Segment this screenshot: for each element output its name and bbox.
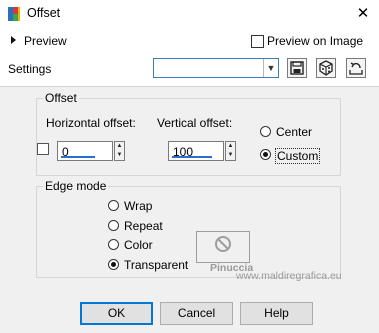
center-radio[interactable] <box>260 126 271 137</box>
no-color-icon <box>215 236 231 252</box>
wrap-radio-label[interactable]: Wrap <box>124 199 152 213</box>
vertical-offset-stepper[interactable]: ▲ ▼ <box>225 141 236 161</box>
preview-toggle-label[interactable]: Preview <box>24 34 67 48</box>
settings-dropdown[interactable]: ▼ <box>153 58 279 78</box>
edge-mode-group <box>36 186 341 278</box>
repeat-radio[interactable] <box>108 220 119 231</box>
reset-button[interactable] <box>346 58 366 78</box>
window-title: Offset <box>27 6 61 20</box>
ok-button[interactable]: OK <box>80 302 153 325</box>
spin-up-icon[interactable]: ▲ <box>226 142 235 151</box>
edge-mode-title: Edge mode <box>43 179 109 193</box>
preview-on-image-checkbox[interactable] <box>251 35 264 48</box>
center-radio-label[interactable]: Center <box>276 125 312 139</box>
expand-preview-icon[interactable] <box>10 35 18 45</box>
randomize-icon <box>319 60 333 76</box>
repeat-radio-label[interactable]: Repeat <box>124 219 163 233</box>
randomize-button[interactable] <box>316 58 336 78</box>
chevron-down-icon[interactable]: ▼ <box>263 59 278 77</box>
close-icon[interactable]: ✕ <box>351 3 375 25</box>
spin-down-icon[interactable]: ▼ <box>115 151 124 160</box>
palette-icon <box>8 7 20 21</box>
wrap-radio[interactable] <box>108 200 119 211</box>
save-preset-icon <box>290 61 304 75</box>
spin-up-icon[interactable]: ▲ <box>115 142 124 151</box>
vertical-offset-label: Vertical offset: <box>157 116 233 130</box>
input-focus-underline <box>172 156 212 158</box>
spin-down-icon[interactable]: ▼ <box>226 151 235 160</box>
horizontal-offset-label: Horizontal offset: <box>46 116 136 130</box>
reset-icon <box>349 62 363 75</box>
link-offsets-checkbox[interactable] <box>37 143 49 155</box>
transparent-radio-label[interactable]: Transparent <box>124 258 188 272</box>
offset-group-title: Offset <box>43 91 79 105</box>
color-radio[interactable] <box>108 239 119 250</box>
custom-radio-label[interactable]: Custom <box>274 148 321 164</box>
settings-label: Settings <box>8 62 52 76</box>
save-preset-button[interactable] <box>287 58 307 78</box>
horizontal-offset-input[interactable]: 0 <box>57 141 113 161</box>
custom-radio[interactable] <box>260 149 271 160</box>
color-radio-label[interactable]: Color <box>124 238 153 252</box>
watermark-url: www.maldiregrafica.eu <box>236 270 342 282</box>
cancel-button[interactable]: Cancel <box>160 302 233 325</box>
transparent-radio[interactable] <box>108 259 119 270</box>
horizontal-offset-stepper[interactable]: ▲ ▼ <box>114 141 125 161</box>
input-focus-underline <box>61 156 95 158</box>
preview-on-image-label[interactable]: Preview on Image <box>267 34 363 48</box>
vertical-offset-input[interactable]: 100 <box>168 141 224 161</box>
help-button[interactable]: Help <box>240 302 313 325</box>
